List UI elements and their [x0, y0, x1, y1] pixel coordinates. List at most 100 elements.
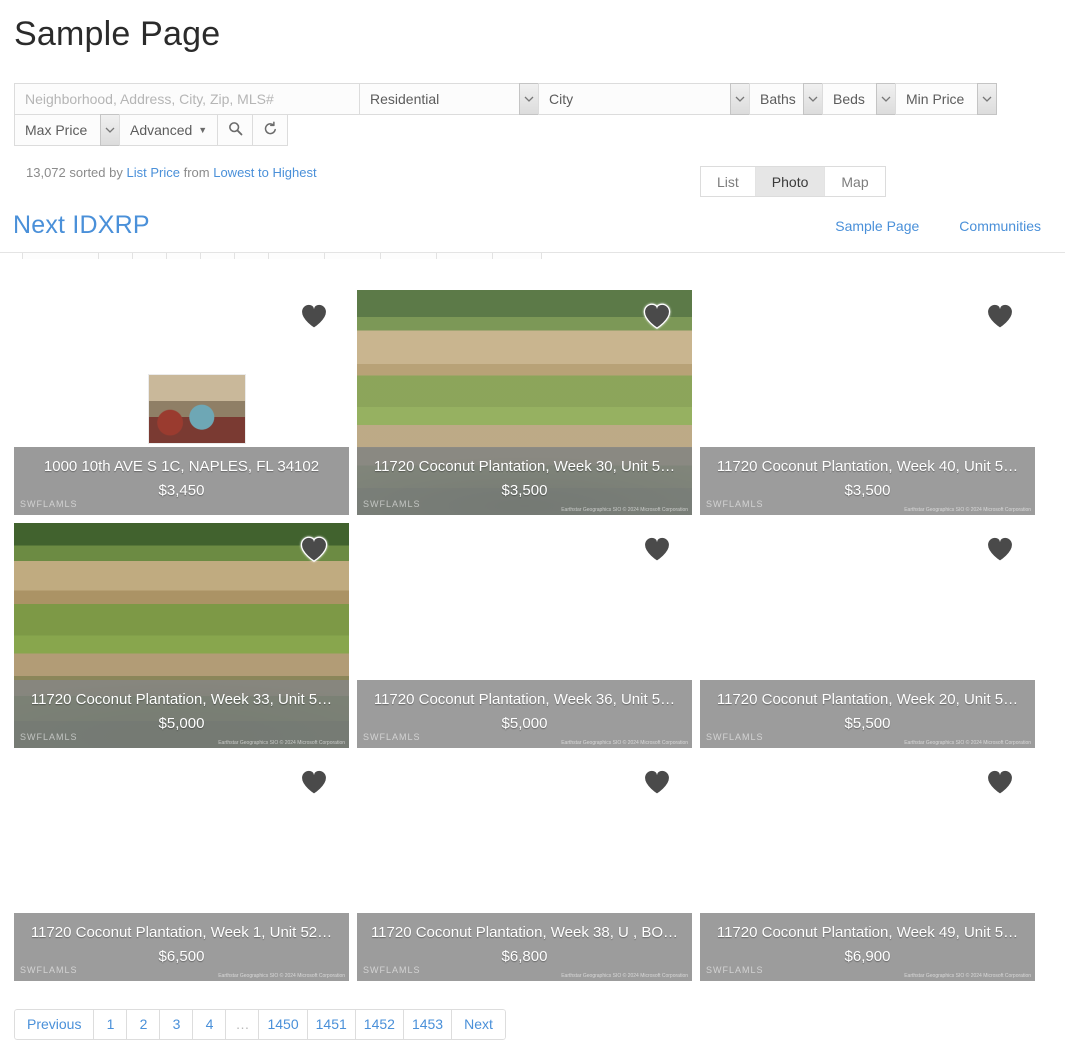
- search-row-secondary: Max Price Advanced ▼: [14, 114, 1050, 146]
- photo-attribution: Earthstar Geographics SIO © 2024 Microso…: [561, 973, 688, 979]
- search-row-primary: Neighborhood, Address, City, Zip, MLS# R…: [14, 83, 1050, 115]
- listing-address: 11720 Coconut Plantation, Week 33, Unit …: [30, 691, 333, 708]
- listing-card[interactable]: SWFLAMLS Earthstar Geographics SIO © 202…: [357, 756, 692, 981]
- listing-address: 11720 Coconut Plantation, Week 1, Unit 5…: [30, 924, 333, 941]
- listing-price: $5,000: [501, 715, 548, 732]
- photo-attribution: Earthstar Geographics SIO © 2024 Microso…: [218, 973, 345, 979]
- chevron-down-icon[interactable]: [100, 114, 120, 146]
- listing-address: 1000 10th AVE S 1C, NAPLES, FL 34102: [43, 458, 320, 475]
- favorite-heart-icon[interactable]: [642, 768, 672, 796]
- listing-price: $3,500: [501, 482, 548, 499]
- listing-thumbnail-image: [149, 375, 245, 443]
- baths-select[interactable]: Baths: [749, 83, 823, 115]
- view-toggle: List Photo Map: [700, 166, 886, 197]
- city-value: City: [538, 83, 730, 115]
- chevron-down-icon[interactable]: [803, 83, 823, 115]
- search-input[interactable]: Neighborhood, Address, City, Zip, MLS#: [14, 83, 360, 115]
- results-summary: 13,072 sorted by List Price from Lowest …: [26, 165, 317, 180]
- nav-link-sample-page[interactable]: Sample Page: [835, 218, 919, 234]
- favorite-heart-icon[interactable]: [642, 535, 672, 563]
- listing-card[interactable]: SWFLAMLS Earthstar Geographics SIO © 202…: [14, 756, 349, 981]
- pagination-page-3[interactable]: 3: [159, 1009, 194, 1040]
- favorite-heart-icon[interactable]: [299, 535, 329, 563]
- search-widget: Neighborhood, Address, City, Zip, MLS# R…: [14, 83, 1050, 146]
- photo-watermark: SWFLAMLS: [363, 965, 421, 975]
- favorite-heart-icon[interactable]: [299, 768, 329, 796]
- from-text: from: [183, 165, 210, 180]
- favorite-heart-icon[interactable]: [985, 768, 1015, 796]
- min-price-value: Min Price: [895, 83, 977, 115]
- listing-address: 11720 Coconut Plantation, Week 36, Unit …: [373, 691, 676, 708]
- sort-field-link[interactable]: List Price: [127, 165, 180, 180]
- caret-down-icon: ▼: [198, 125, 208, 135]
- photo-watermark: SWFLAMLS: [706, 499, 764, 509]
- listing-price: $6,500: [158, 948, 205, 965]
- listing-price: $5,500: [844, 715, 891, 732]
- pagination-page-4[interactable]: 4: [192, 1009, 227, 1040]
- results-count: 13,072: [26, 165, 66, 180]
- max-price-value: Max Price: [14, 114, 100, 146]
- photo-watermark: SWFLAMLS: [20, 732, 78, 742]
- listing-card[interactable]: SWFLAMLS 1000 10th AVE S 1C, NAPLES, FL …: [14, 290, 349, 515]
- pagination-page-1452[interactable]: 1452: [354, 1009, 404, 1040]
- chevron-down-icon[interactable]: [519, 83, 539, 115]
- pagination-next[interactable]: Next: [451, 1009, 506, 1040]
- reset-button[interactable]: [252, 114, 289, 146]
- search-button[interactable]: [217, 114, 254, 146]
- site-brand[interactable]: Next IDXRP: [13, 211, 150, 240]
- listing-card[interactable]: SWFLAMLS Earthstar Geographics SIO © 202…: [357, 523, 692, 748]
- pagination-page-2[interactable]: 2: [126, 1009, 161, 1040]
- max-price-select[interactable]: Max Price: [14, 114, 120, 146]
- photo-watermark: SWFLAMLS: [363, 499, 421, 509]
- favorite-heart-icon[interactable]: [642, 302, 672, 330]
- listing-address: 11720 Coconut Plantation, Week 38, U , B…: [370, 924, 679, 941]
- advanced-button[interactable]: Advanced ▼: [119, 114, 219, 146]
- listing-price: $3,500: [844, 482, 891, 499]
- photo-attribution: Earthstar Geographics SIO © 2024 Microso…: [904, 973, 1031, 979]
- magnifier-icon: [228, 121, 243, 139]
- photo-attribution: Earthstar Geographics SIO © 2024 Microso…: [561, 740, 688, 746]
- reset-arrow-icon: [263, 121, 278, 139]
- city-select[interactable]: City: [538, 83, 750, 115]
- view-toggle-map[interactable]: Map: [824, 167, 884, 196]
- pagination-page-1453[interactable]: 1453: [402, 1009, 453, 1040]
- view-toggle-photo[interactable]: Photo: [754, 167, 825, 196]
- listing-card[interactable]: SWFLAMLS Earthstar Geographics SIO © 202…: [14, 523, 349, 748]
- property-type-value: Residential: [359, 83, 519, 115]
- navbar-links: Sample Page Communities: [835, 218, 1065, 234]
- page-title: Sample Page: [14, 15, 221, 53]
- sorted-by-text: sorted by: [69, 165, 123, 180]
- beds-select[interactable]: Beds: [822, 83, 896, 115]
- listing-card[interactable]: SWFLAMLS Earthstar Geographics SIO © 202…: [700, 756, 1035, 981]
- listing-price: $6,800: [501, 948, 548, 965]
- favorite-heart-icon[interactable]: [985, 535, 1015, 563]
- photo-attribution: Earthstar Geographics SIO © 2024 Microso…: [561, 507, 688, 513]
- listing-price: $3,450: [158, 482, 205, 499]
- listing-address: 11720 Coconut Plantation, Week 40, Unit …: [716, 458, 1019, 475]
- pagination-page-1451[interactable]: 1451: [306, 1009, 356, 1040]
- chevron-down-icon[interactable]: [977, 83, 997, 115]
- chevron-down-icon[interactable]: [730, 83, 750, 115]
- favorite-heart-icon[interactable]: [985, 302, 1015, 330]
- listing-card[interactable]: SWFLAMLS Earthstar Geographics SIO © 202…: [700, 523, 1035, 748]
- listing-card[interactable]: SWFLAMLS Earthstar Geographics SIO © 202…: [700, 290, 1035, 515]
- listing-card[interactable]: SWFLAMLS Earthstar Geographics SIO © 202…: [357, 290, 692, 515]
- photo-watermark: SWFLAMLS: [363, 732, 421, 742]
- advanced-label: Advanced: [130, 122, 193, 138]
- pagination-page-1[interactable]: 1: [93, 1009, 128, 1040]
- chevron-down-icon[interactable]: [876, 83, 896, 115]
- view-toggle-list[interactable]: List: [701, 167, 755, 196]
- pagination-ellipsis: …: [225, 1009, 260, 1040]
- pagination-previous[interactable]: Previous: [14, 1009, 95, 1040]
- nav-link-communities[interactable]: Communities: [959, 218, 1041, 234]
- site-navbar: Next IDXRP Sample Page Communities: [0, 199, 1065, 253]
- sort-order-link[interactable]: Lowest to Highest: [213, 165, 316, 180]
- photo-watermark: SWFLAMLS: [20, 965, 78, 975]
- pagination-page-1450[interactable]: 1450: [258, 1009, 308, 1040]
- photo-watermark: SWFLAMLS: [20, 499, 78, 509]
- property-type-select[interactable]: Residential: [359, 83, 539, 115]
- favorite-heart-icon[interactable]: [299, 302, 329, 330]
- min-price-select[interactable]: Min Price: [895, 83, 997, 115]
- listing-address: 11720 Coconut Plantation, Week 30, Unit …: [373, 458, 676, 475]
- listing-price: $6,900: [844, 948, 891, 965]
